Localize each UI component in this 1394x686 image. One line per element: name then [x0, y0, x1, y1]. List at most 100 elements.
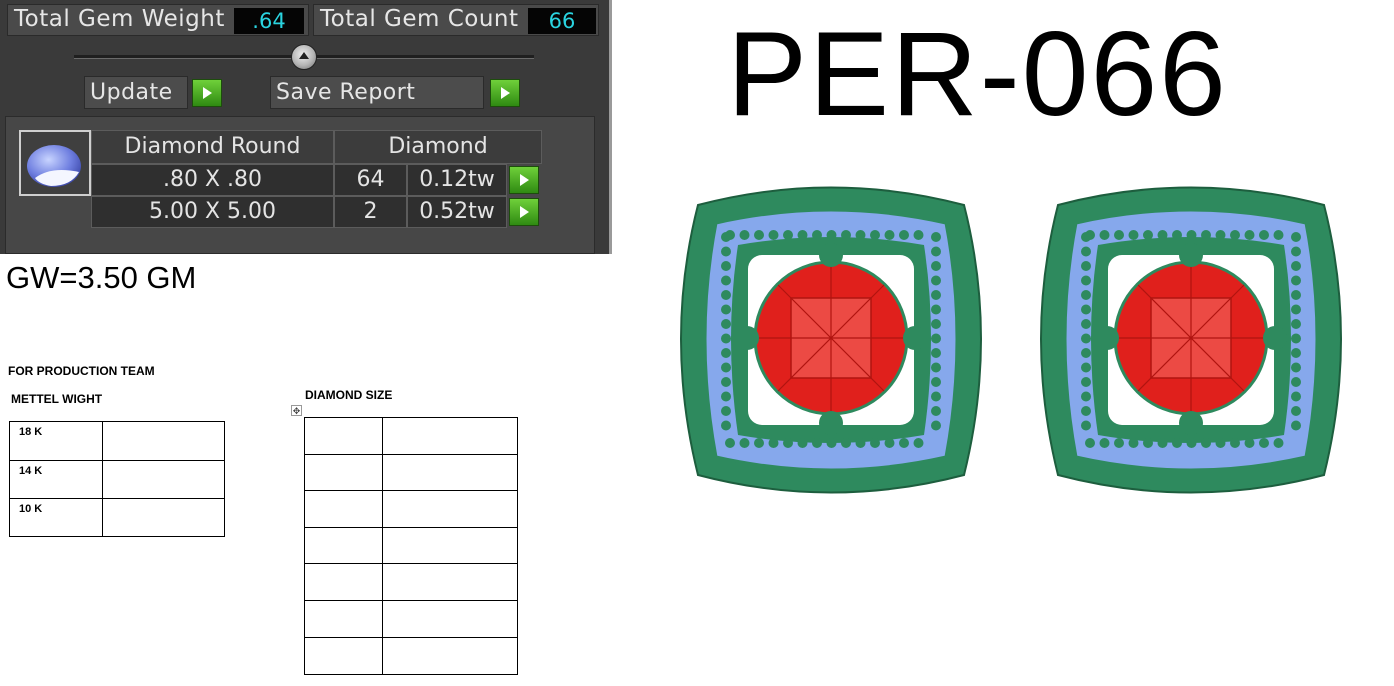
- accent-stone: [913, 438, 924, 448]
- accent-stone: [931, 275, 941, 286]
- update-go-icon[interactable]: [192, 79, 222, 107]
- total-gem-weight-value: .64: [234, 8, 304, 34]
- accent-stone: [721, 290, 731, 300]
- accent-stone: [931, 261, 941, 271]
- diamond-size-cell[interactable]: [382, 417, 518, 455]
- accent-stone: [1081, 261, 1091, 271]
- design-code: PER-066: [727, 7, 1228, 141]
- accent-stone: [1143, 438, 1153, 448]
- diamond-size-cell[interactable]: [304, 637, 383, 675]
- diamond-size-cell[interactable]: [304, 600, 383, 638]
- accent-stone: [768, 438, 779, 448]
- accent-stone: [841, 230, 851, 240]
- slider-knob-icon[interactable]: [291, 44, 317, 70]
- accent-stone: [721, 362, 731, 373]
- diamond-size-cell[interactable]: [304, 490, 383, 528]
- accent-stone: [899, 230, 909, 240]
- accent-stone: [721, 319, 731, 329]
- gem-row-2-count: 2: [334, 196, 407, 228]
- accent-stone: [1215, 230, 1226, 240]
- metal-row-14k-label: 14 K: [9, 460, 103, 499]
- accent-stone: [1172, 438, 1182, 448]
- accent-stone: [1172, 230, 1182, 240]
- accent-stone: [721, 377, 731, 387]
- table-move-handle-icon[interactable]: ✥: [291, 405, 302, 416]
- accent-stone: [1186, 230, 1197, 240]
- accent-stone: [1291, 275, 1301, 286]
- accent-stone: [1230, 230, 1240, 240]
- accent-stone: [725, 438, 735, 448]
- diamond-size-cell[interactable]: [382, 490, 518, 528]
- accent-stone: [931, 391, 941, 402]
- accent-stone: [1099, 438, 1110, 448]
- accent-stone: [797, 230, 808, 240]
- gem-row-1-go-icon[interactable]: [509, 166, 539, 194]
- accent-stone: [1291, 377, 1301, 387]
- diamond-size-cell[interactable]: [382, 527, 518, 564]
- accent-stone: [739, 438, 750, 448]
- metal-row-14k-value[interactable]: [102, 460, 225, 499]
- accent-stone: [1259, 230, 1269, 240]
- metal-row-10k-value[interactable]: [102, 498, 225, 537]
- diamond-size-cell[interactable]: [304, 527, 383, 564]
- total-gem-count-label: Total Gem Count: [320, 6, 519, 32]
- update-button-label: Update: [90, 80, 173, 105]
- diamond-size-cell[interactable]: [382, 563, 518, 601]
- accent-stone: [1291, 391, 1301, 402]
- gem-row-1-weight: 0.12tw: [407, 164, 507, 196]
- total-gem-weight-field: Total Gem Weight .64: [7, 4, 309, 36]
- accent-stone: [1291, 246, 1301, 257]
- diamond-size-cell[interactable]: [304, 417, 383, 455]
- accent-stone: [1291, 362, 1301, 373]
- accent-stone: [931, 420, 941, 431]
- accent-stone: [739, 230, 750, 240]
- metal-weight-table: 18 K 14 K 10 K: [9, 421, 225, 537]
- accent-stone: [1081, 304, 1091, 315]
- accent-stone: [721, 275, 731, 286]
- save-report-go-icon[interactable]: [490, 79, 520, 107]
- save-report-button-label: Save Report: [276, 80, 416, 105]
- diamond-size-title: DIAMOND SIZE: [305, 388, 393, 402]
- accent-stone: [1081, 377, 1091, 387]
- accent-stone: [1081, 319, 1091, 329]
- accent-stone: [884, 230, 895, 240]
- accent-stone: [1291, 290, 1301, 300]
- accent-stone: [1291, 406, 1301, 416]
- diamond-size-cell[interactable]: [382, 637, 518, 675]
- diamond-size-cell[interactable]: [304, 563, 383, 601]
- accent-stone: [826, 230, 837, 240]
- accent-stone: [754, 438, 764, 448]
- accent-stone: [1291, 319, 1301, 329]
- production-title: FOR PRODUCTION TEAM: [8, 364, 155, 378]
- diamond-size-table: [304, 417, 518, 675]
- gem-thumbnail[interactable]: [19, 130, 91, 196]
- accent-stone: [1291, 333, 1301, 344]
- metal-row-18k-value[interactable]: [102, 421, 225, 461]
- accent-stone: [931, 232, 941, 242]
- accent-stone: [783, 438, 793, 448]
- gem-row-2-weight: 0.52tw: [407, 196, 507, 228]
- diamond-size-cell[interactable]: [382, 600, 518, 638]
- accent-stone: [1273, 230, 1284, 240]
- accent-stone: [812, 438, 822, 448]
- diamond-size-cell[interactable]: [382, 454, 518, 491]
- oval-gem-icon: [27, 145, 81, 187]
- accent-stone: [1291, 304, 1301, 315]
- accent-stone: [1081, 232, 1091, 242]
- accent-stone: [1114, 438, 1124, 448]
- gem-panel: Total Gem Weight .64 Total Gem Count 66 …: [0, 0, 612, 254]
- accent-stone: [1186, 438, 1197, 448]
- accent-stone: [783, 230, 793, 240]
- earring-left-body: [680, 186, 982, 494]
- accent-stone: [841, 438, 851, 448]
- gem-row-2-go-icon[interactable]: [509, 198, 539, 226]
- save-report-button[interactable]: Save Report: [270, 76, 484, 109]
- diamond-size-cell[interactable]: [304, 454, 383, 491]
- metal-row-10k-label: 10 K: [9, 498, 103, 537]
- update-button[interactable]: Update: [84, 76, 188, 109]
- accent-stone: [931, 348, 941, 358]
- accent-stone: [870, 230, 880, 240]
- accent-stone: [1157, 230, 1168, 240]
- accent-stone: [931, 333, 941, 344]
- earring-render-left: [680, 186, 982, 494]
